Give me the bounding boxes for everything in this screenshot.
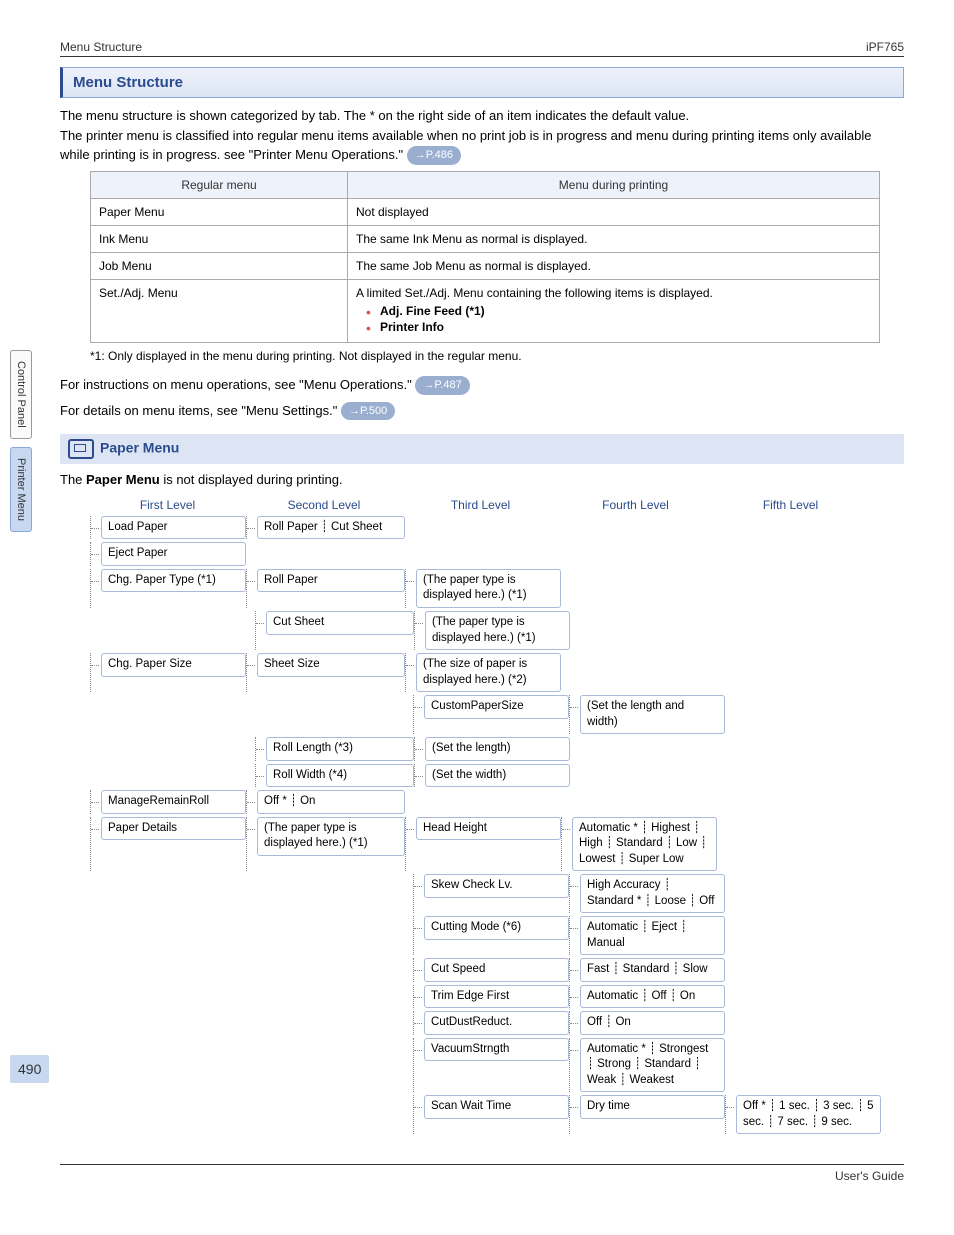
- tree-node: Scan Wait Time: [424, 1095, 569, 1119]
- tree-node: CutDustReduct.: [424, 1011, 569, 1035]
- table-cell: The same Job Menu as normal is displayed…: [348, 252, 880, 279]
- tree-node: Automatic * ┊ Highest ┊ High ┊ Standard …: [572, 817, 717, 872]
- tree-node: VacuumStrngth: [424, 1038, 569, 1062]
- tree-node: Cutting Mode (*6): [424, 916, 569, 940]
- page-ref-link[interactable]: →P.487: [415, 376, 469, 395]
- tree-node: Dry time: [580, 1095, 725, 1119]
- tree-node: (The paper type is displayed here.) (*1): [425, 611, 570, 650]
- tree-node: Sheet Size: [257, 653, 405, 677]
- tree-node: (The paper type is displayed here.) (*1): [416, 569, 561, 608]
- tree-node: Cut Speed: [424, 958, 569, 982]
- page-ref-link[interactable]: →P.486: [407, 146, 461, 165]
- tree-node: Automatic * ┊ Strongest ┊ Strong ┊ Stand…: [580, 1038, 725, 1093]
- side-tab-printer-menu[interactable]: Printer Menu: [10, 447, 32, 532]
- tree-node: Roll Paper: [257, 569, 405, 593]
- tree-node: Automatic ┊ Eject ┊ Manual: [580, 916, 725, 955]
- table-cell: A limited Set./Adj. Menu containing the …: [348, 279, 880, 342]
- tree-node: High Accuracy ┊ Standard * ┊ Loose ┊ Off: [580, 874, 725, 913]
- footer-text: User's Guide: [835, 1169, 904, 1183]
- tree-node: Eject Paper: [101, 542, 246, 566]
- tree-node: (Set the length and width): [580, 695, 725, 734]
- footnote: *1: Only displayed in the menu during pr…: [90, 349, 904, 363]
- tree-node: Trim Edge First: [424, 985, 569, 1009]
- tree-node: (Set the width): [425, 764, 570, 788]
- header-right: iPF765: [866, 40, 904, 54]
- table-cell: Not displayed: [348, 198, 880, 225]
- tree-node: Automatic ┊ Off ┊ On: [580, 985, 725, 1009]
- tree-node: ManageRemainRoll: [101, 790, 246, 814]
- instruction-line: For details on menu items, see "Menu Set…: [60, 401, 904, 421]
- tree-node: Roll Paper ┊ Cut Sheet: [257, 516, 405, 540]
- tree-node: Off ┊ On: [580, 1011, 725, 1035]
- table-cell: Set./Adj. Menu: [91, 279, 348, 342]
- tree-node: Fast ┊ Standard ┊ Slow: [580, 958, 725, 982]
- tree-node: CustomPaperSize: [424, 695, 569, 719]
- th-during: Menu during printing: [348, 171, 880, 198]
- tree-node: (The paper type is displayed here.) (*1): [257, 817, 405, 856]
- instruction-line: For instructions on menu operations, see…: [60, 375, 904, 395]
- tree-node: Skew Check Lv.: [424, 874, 569, 898]
- tree-node: Load Paper: [101, 516, 246, 540]
- table-cell: Ink Menu: [91, 225, 348, 252]
- table-cell: Paper Menu: [91, 198, 348, 225]
- tree-node: Chg. Paper Type (*1): [101, 569, 246, 593]
- tree-node: Paper Details: [101, 817, 246, 841]
- tree-node: Roll Width (*4): [266, 764, 414, 788]
- tree-node: Chg. Paper Size: [101, 653, 246, 677]
- section-intro: The menu structure is shown categorized …: [60, 106, 904, 165]
- menu-tree: Load Paper Roll Paper ┊ Cut Sheet Eject P…: [90, 516, 904, 1134]
- subsection-paper-menu: Paper Menu: [60, 434, 904, 464]
- bullet-item: Adj. Fine Feed (*1): [380, 304, 485, 318]
- table-cell: The same Ink Menu as normal is displayed…: [348, 225, 880, 252]
- paper-menu-icon: [68, 439, 94, 459]
- th-regular: Regular menu: [91, 171, 348, 198]
- tree-node: (The size of paper is displayed here.) (…: [416, 653, 561, 692]
- tree-node: Head Height: [416, 817, 561, 841]
- page-ref-link[interactable]: →P.500: [341, 402, 395, 421]
- paper-menu-note: The Paper Menu is not displayed during p…: [60, 470, 904, 490]
- tree-node: Off * ┊ On: [257, 790, 405, 814]
- page-number-badge: 490: [10, 1055, 49, 1083]
- bullet-item: Printer Info: [380, 320, 444, 334]
- section-title: Menu Structure: [60, 67, 904, 98]
- table-cell: Job Menu: [91, 252, 348, 279]
- menu-table: Regular menuMenu during printing Paper M…: [90, 171, 880, 343]
- side-tab-control-panel[interactable]: Control Panel: [10, 350, 32, 439]
- header-left: Menu Structure: [60, 40, 142, 54]
- tree-node: Roll Length (*3): [266, 737, 414, 761]
- tree-node: Off * ┊ 1 sec. ┊ 3 sec. ┊ 5 sec. ┊ 7 sec…: [736, 1095, 881, 1134]
- tree-node: (Set the length): [425, 737, 570, 761]
- levels-header: First LevelSecond LevelThird LevelFourth…: [90, 498, 904, 512]
- tree-node: Cut Sheet: [266, 611, 414, 635]
